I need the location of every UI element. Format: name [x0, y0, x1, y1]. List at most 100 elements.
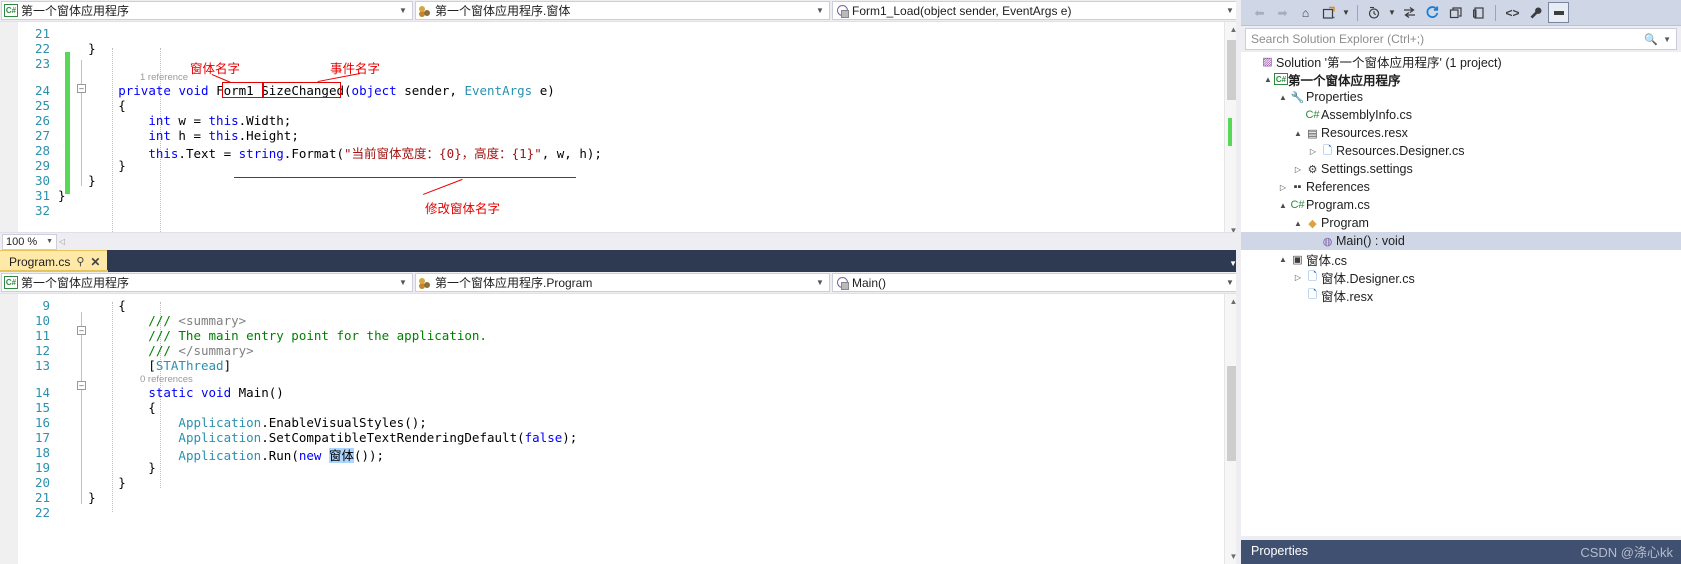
class-dropdown-top[interactable]: 第一个窗体应用程序.窗体 ▼ — [415, 1, 830, 20]
tab-program-cs[interactable]: Program.cs ⚲ ✕ — [0, 250, 108, 272]
code-line[interactable]: int w = this.Width; — [58, 113, 291, 128]
tree-item-selected[interactable]: ◍ Main() : void — [1241, 232, 1681, 250]
line-number: 25 — [34, 98, 50, 113]
pending-changes-icon[interactable] — [1318, 2, 1339, 23]
tree-item[interactable]: 🗋 窗体.resx — [1241, 286, 1681, 304]
code-line[interactable]: int h = this.Height; — [58, 128, 299, 143]
code-line[interactable]: [STAThread] — [58, 358, 231, 373]
tree-item[interactable]: ▲ ▤ Resources.resx — [1241, 124, 1681, 142]
project-dropdown-bottom[interactable]: C# 第一个窗体应用程序 ▼ — [1, 273, 413, 292]
code-line[interactable]: } — [58, 41, 96, 56]
code-token: ()); — [353, 448, 385, 463]
preview-pane-icon[interactable] — [1548, 2, 1569, 23]
chevron-down-icon[interactable]: ▼ — [1223, 278, 1237, 287]
solution-explorer-toolbar: ⬅ ➡ ⌂ ▼ ▼ <> — [1241, 0, 1681, 26]
expand-collapse-expanded-icon[interactable]: ▲ — [1292, 129, 1304, 138]
code-editor-top-surface[interactable]: – 21 22 } 23 24 private void Form1_SizeChan… — [0, 22, 1241, 254]
code-line[interactable]: /// <summary> — [58, 313, 246, 328]
code-line[interactable]: /// </summary> — [58, 343, 253, 358]
sync-with-active-document-icon[interactable] — [1364, 2, 1385, 23]
expand-collapse-expanded-icon[interactable]: ▲ — [1262, 75, 1274, 84]
tree-item[interactable]: ▲ 🔧 Properties — [1241, 88, 1681, 106]
expand-collapse-expanded-icon[interactable]: ▲ — [1292, 219, 1304, 228]
code-line[interactable]: { — [58, 98, 126, 113]
code-line[interactable]: /// The main entry point for the applica… — [58, 328, 487, 343]
tree-item[interactable]: ▲ ◆ Program — [1241, 214, 1681, 232]
chevron-down-icon[interactable]: ▼ — [1663, 35, 1671, 44]
code-token: { — [58, 98, 126, 113]
tree-item[interactable]: ▲ C# Program.cs — [1241, 196, 1681, 214]
expand-collapse-expanded-icon[interactable]: ▲ — [1277, 93, 1289, 102]
refresh-icon[interactable] — [1422, 2, 1443, 23]
class-dropdown-bottom[interactable]: 第一个窗体应用程序.Program ▼ — [415, 273, 830, 292]
code-token: Application — [178, 415, 262, 430]
tree-item-label: Program — [1321, 216, 1369, 230]
chevron-down-icon[interactable]: ▼ — [396, 278, 410, 287]
collapse-all-icon[interactable] — [1399, 2, 1420, 23]
view-code-icon[interactable]: <> — [1502, 2, 1523, 23]
code-token: int — [148, 113, 171, 128]
splitter-handle[interactable]: ◁ — [57, 237, 67, 246]
tree-item[interactable]: ▨ Solution '第一个窗体应用程序' (1 project) — [1241, 52, 1681, 70]
tree-item[interactable]: C# AssemblyInfo.cs — [1241, 106, 1681, 124]
code-token: .Run( — [261, 448, 299, 463]
code-line[interactable]: } — [58, 460, 156, 475]
code-line[interactable]: } — [58, 475, 126, 490]
code-line[interactable]: } — [58, 158, 126, 173]
chevron-down-icon[interactable]: ▼ — [813, 6, 827, 15]
solution-explorer-tree[interactable]: ▨ Solution '第一个窗体应用程序' (1 project) ▲ C# 第一个窗… — [1241, 52, 1681, 536]
expand-collapse-expanded-icon[interactable]: ▲ — [1277, 201, 1289, 210]
chevron-down-icon[interactable]: ▼ — [813, 278, 827, 287]
csharp-file-icon: C# — [1305, 109, 1320, 121]
chevron-down-icon[interactable]: ▼ — [1223, 6, 1237, 15]
code-line[interactable]: } — [58, 173, 96, 188]
code-line[interactable]: Application.EnableVisualStyles(); — [58, 415, 426, 430]
properties-wrench-icon[interactable] — [1525, 2, 1546, 23]
search-solution-explorer-input[interactable]: Search Solution Explorer (Ctrl+;) 🔍 ▼ — [1245, 28, 1677, 50]
code-line[interactable]: static void Main() — [58, 385, 283, 400]
expand-collapse-collapsed-icon[interactable]: ▷ — [1307, 147, 1319, 156]
code-line[interactable]: { — [58, 298, 126, 313]
code-line[interactable]: Application.SetCompatibleTextRenderingDe… — [58, 430, 577, 445]
close-icon[interactable]: ✕ — [90, 255, 100, 269]
forward-arrow-icon[interactable]: ➡ — [1272, 2, 1293, 23]
zoom-level-combo[interactable]: 100 % ▼ — [2, 233, 57, 250]
code-token: .Height; — [238, 128, 299, 143]
chevron-down-icon[interactable]: ▼ — [46, 238, 53, 245]
home-icon[interactable]: ⌂ — [1295, 2, 1316, 23]
project-dropdown-top[interactable]: C# 第一个窗体应用程序 ▼ — [1, 1, 413, 20]
tree-item[interactable]: ▷ 🗋 窗体.Designer.cs — [1241, 268, 1681, 286]
toolbar-dropdown-icon[interactable]: ▼ — [1341, 2, 1351, 23]
method-icon: ◍ — [1322, 235, 1333, 248]
member-dropdown-top[interactable]: Form1_Load(object sender, EventArgs e) ▼ — [832, 1, 1240, 20]
tree-item[interactable]: ▷ ▪▪ References — [1241, 178, 1681, 196]
codelens-reference-count[interactable]: 0 references — [140, 374, 193, 385]
pin-icon[interactable]: ⚲ — [76, 255, 84, 268]
expand-collapse-collapsed-icon[interactable]: ▷ — [1292, 165, 1304, 174]
code-token: } — [58, 41, 96, 56]
codelens-reference-count[interactable]: 1 reference — [140, 72, 188, 83]
code-line[interactable]: } — [58, 490, 96, 505]
show-all-files-icon[interactable] — [1445, 2, 1466, 23]
tree-item[interactable]: ▷ ⚙ Settings.settings — [1241, 160, 1681, 178]
properties-window-icon[interactable] — [1468, 2, 1489, 23]
code-editor-top[interactable]: – 21 22 } 23 24 private void Form1_SizeChan… — [0, 22, 1241, 254]
chevron-down-icon[interactable]: ▼ — [396, 6, 410, 15]
toolbar-dropdown-icon[interactable]: ▼ — [1387, 2, 1397, 23]
member-dropdown-bottom[interactable]: Main() ▼ — [832, 273, 1240, 292]
expand-collapse-collapsed-icon[interactable]: ▷ — [1277, 183, 1289, 192]
tree-item[interactable]: ▲ C# 第一个窗体应用程序 — [1241, 70, 1681, 88]
search-icon[interactable]: 🔍 — [1644, 33, 1658, 46]
expand-collapse-expanded-icon[interactable]: ▲ — [1277, 255, 1289, 264]
expand-collapse-collapsed-icon[interactable]: ▷ — [1292, 273, 1304, 282]
tree-item[interactable]: ▲ ▣ 窗体.cs — [1241, 250, 1681, 268]
code-editor-bottom-surface[interactable]: – – 9 {10 /// <summary> 11 /// The main e… — [0, 294, 1241, 564]
code-line[interactable]: } — [58, 188, 66, 203]
code-line[interactable]: this.Text = string.Format("当前窗体宽度：{0}，高度… — [58, 143, 602, 162]
tree-item[interactable]: ▷ 🗋 Resources.Designer.cs — [1241, 142, 1681, 160]
back-arrow-icon[interactable]: ⬅ — [1249, 2, 1270, 23]
code-editor-bottom[interactable]: – – 9 {10 /// <summary> 11 /// The main e… — [0, 294, 1241, 564]
code-line[interactable]: { — [58, 400, 156, 415]
line-number: 22 — [34, 505, 50, 520]
